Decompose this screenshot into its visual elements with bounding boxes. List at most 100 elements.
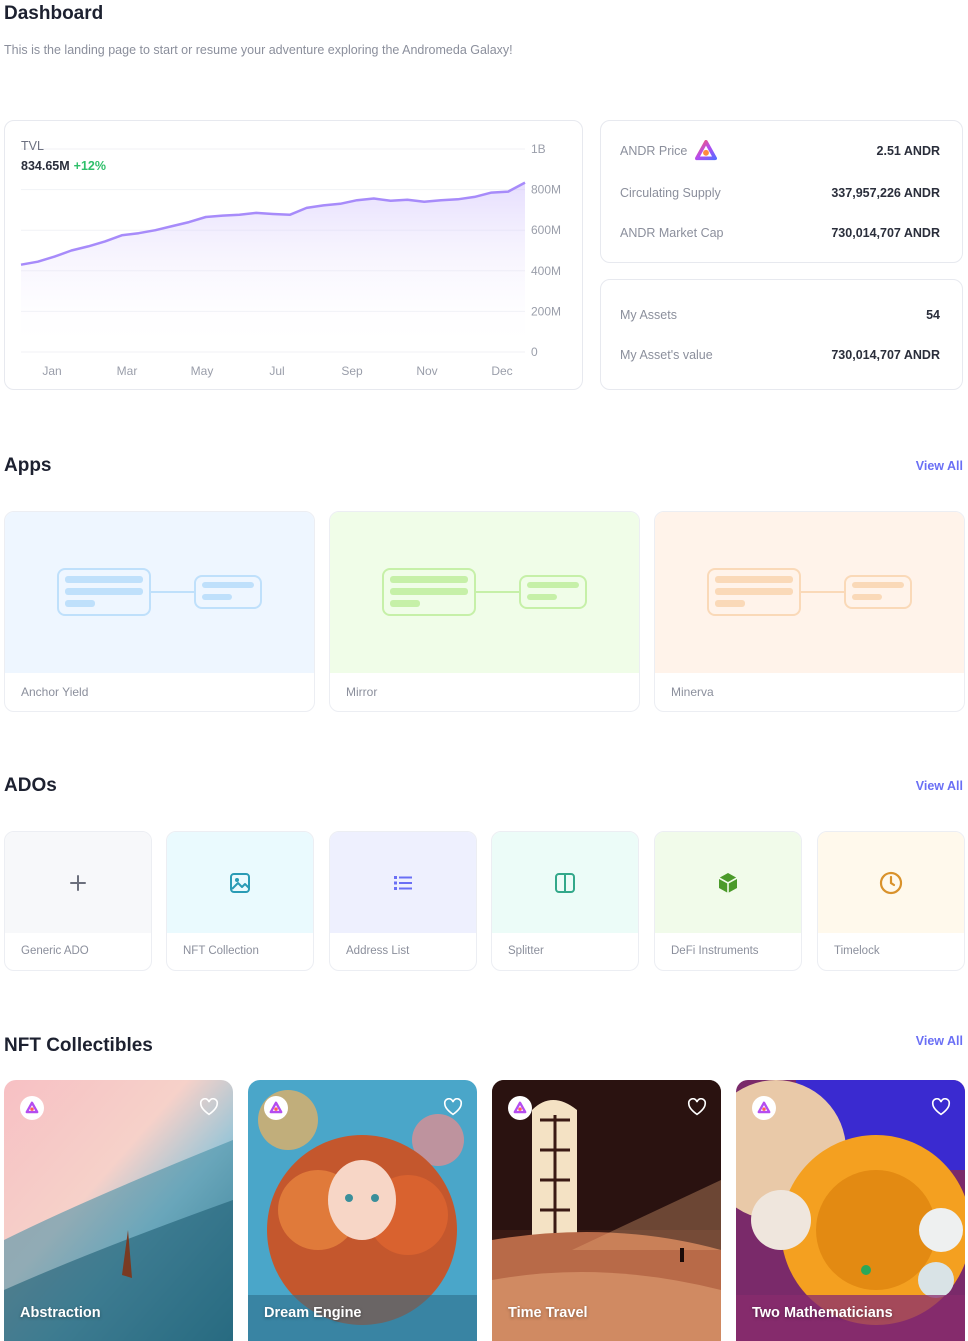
- ado-label: NFT Collection: [183, 945, 259, 957]
- heart-icon[interactable]: [931, 1098, 951, 1116]
- page-title: Dashboard: [4, 3, 104, 24]
- ado-card-defi-instruments[interactable]: DeFi Instruments: [654, 831, 802, 971]
- andromeda-badge-icon: [264, 1096, 288, 1120]
- nfts-view-all-link[interactable]: View All: [916, 1034, 963, 1048]
- circulating-supply-value: 337,957,226 ANDR: [831, 186, 940, 200]
- splitter-icon: [555, 872, 575, 893]
- clock-icon: [879, 871, 903, 894]
- plus-icon: [70, 874, 86, 891]
- ado-label: Generic ADO: [21, 945, 89, 957]
- y-tick-label: 0: [531, 345, 538, 359]
- apps-section-title: Apps: [4, 455, 52, 476]
- flow-diagram: [57, 568, 262, 616]
- ado-card-generic[interactable]: Generic ADO: [4, 831, 152, 971]
- circulating-supply-label: Circulating Supply: [620, 186, 721, 200]
- ado-icon-area: [330, 832, 476, 933]
- market-cap-value: 730,014,707 ANDR: [831, 226, 940, 240]
- x-tick-label: Dec: [491, 364, 512, 378]
- y-tick-label: 800M: [531, 183, 561, 197]
- ado-icon-area: [492, 832, 638, 933]
- nft-card-abstraction[interactable]: Abstraction: [4, 1080, 233, 1341]
- tvl-area: [21, 182, 525, 352]
- page-subtitle: This is the landing page to start or res…: [4, 43, 513, 57]
- app-card-mirror[interactable]: Mirror: [329, 511, 640, 712]
- nft-title: Two Mathematicians: [752, 1305, 893, 1321]
- app-preview: [5, 512, 314, 673]
- ado-card-nft-collection[interactable]: NFT Collection: [166, 831, 314, 971]
- andromeda-badge-icon: [752, 1096, 776, 1120]
- tvl-value: 834.65M +12%: [21, 159, 106, 173]
- andr-price-card: ANDR Price 2.51 ANDR Circulating Supply …: [600, 120, 963, 263]
- andromeda-logo-icon: [695, 140, 718, 161]
- ado-icon-area: [818, 832, 964, 933]
- y-tick-label: 400M: [531, 264, 561, 278]
- my-assets-value-label: My Asset's value: [620, 348, 713, 362]
- tvl-amount: 834.65M: [21, 159, 70, 173]
- tvl-chart-card: Jan Mar May Jul Sep Nov Dec 1B 800M 600M 400M 200M…: [4, 120, 583, 390]
- my-assets-value-row: My Asset's value 730,014,707 ANDR: [620, 346, 940, 364]
- my-assets-value: 54: [926, 308, 940, 322]
- x-tick-label: May: [191, 364, 214, 378]
- image-icon: [230, 872, 250, 893]
- market-cap-row: ANDR Market Cap 730,014,707 ANDR: [620, 224, 940, 242]
- ado-icon-area: [167, 832, 313, 933]
- ado-card-timelock[interactable]: Timelock: [817, 831, 965, 971]
- flow-diagram: [707, 568, 912, 616]
- y-tick-label: 200M: [531, 304, 561, 318]
- nft-artwork-two-mathematicians: [736, 1080, 965, 1341]
- app-card-anchor-yield[interactable]: Anchor Yield: [4, 511, 315, 712]
- y-tick-label: 600M: [531, 223, 561, 237]
- x-tick-label: Mar: [117, 364, 138, 378]
- market-cap-label: ANDR Market Cap: [620, 226, 724, 240]
- x-tick-label: Nov: [416, 364, 437, 378]
- nft-title: Abstraction: [20, 1305, 101, 1321]
- my-assets-card: My Assets 54 My Asset's value 730,014,70…: [600, 279, 963, 390]
- app-card-minerva[interactable]: Minerva: [654, 511, 965, 712]
- ado-card-address-list[interactable]: Address List: [329, 831, 477, 971]
- app-label: Anchor Yield: [21, 685, 89, 699]
- nft-card-time-travel[interactable]: Time Travel: [492, 1080, 721, 1341]
- x-tick-label: Jan: [42, 364, 61, 378]
- ados-view-all-link[interactable]: View All: [916, 779, 963, 793]
- cube-icon: [718, 872, 738, 893]
- my-assets-row: My Assets 54: [620, 306, 940, 324]
- andr-price-row: ANDR Price 2.51 ANDR: [620, 139, 940, 163]
- list-icon: [394, 875, 412, 890]
- tvl-label: TVL: [21, 139, 44, 153]
- ados-section-title: ADOs: [4, 775, 57, 796]
- ado-label: Address List: [346, 945, 410, 957]
- ado-label: Timelock: [834, 945, 880, 957]
- andr-price-label: ANDR Price: [620, 144, 688, 158]
- nft-title: Time Travel: [508, 1305, 588, 1321]
- andromeda-badge-icon: [508, 1096, 532, 1120]
- heart-icon[interactable]: [199, 1098, 219, 1116]
- nft-card-two-mathematicians[interactable]: Two Mathematicians: [736, 1080, 965, 1341]
- andromeda-badge-icon: [20, 1096, 44, 1120]
- my-assets-value-amount: 730,014,707 ANDR: [831, 348, 940, 362]
- circulating-supply-row: Circulating Supply 337,957,226 ANDR: [620, 184, 940, 202]
- nft-section-title: NFT Collectibles: [4, 1035, 153, 1056]
- nft-artwork-time-travel: [492, 1080, 721, 1341]
- andr-price-value: 2.51 ANDR: [876, 144, 940, 158]
- nft-title: Dream Engine: [264, 1305, 362, 1321]
- andr-price-label-group: ANDR Price: [620, 140, 718, 162]
- heart-icon[interactable]: [443, 1098, 463, 1116]
- x-tick-label: Jul: [269, 364, 284, 378]
- app-label: Minerva: [671, 685, 714, 699]
- tvl-change: +12%: [73, 159, 106, 173]
- flow-diagram: [382, 568, 587, 616]
- ado-card-splitter[interactable]: Splitter: [491, 831, 639, 971]
- ado-icon-area: [5, 832, 151, 933]
- app-label: Mirror: [346, 685, 378, 699]
- app-preview: [655, 512, 964, 673]
- my-assets-label: My Assets: [620, 308, 677, 322]
- app-preview: [330, 512, 639, 673]
- ado-icon-area: [655, 832, 801, 933]
- apps-view-all-link[interactable]: View All: [916, 459, 963, 473]
- heart-icon[interactable]: [687, 1098, 707, 1116]
- nft-card-dream-engine[interactable]: Dream Engine: [248, 1080, 477, 1341]
- ado-label: Splitter: [508, 945, 544, 957]
- nft-artwork-abstraction: [4, 1080, 233, 1341]
- ado-label: DeFi Instruments: [671, 945, 759, 957]
- nft-artwork-dream-engine: [248, 1080, 477, 1341]
